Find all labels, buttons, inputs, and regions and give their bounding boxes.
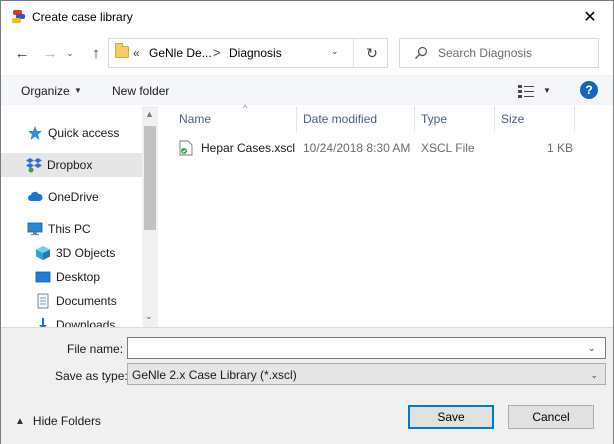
scroll-down-icon[interactable]: ⌄ — [145, 311, 153, 322]
refresh-icon: ↻ — [366, 44, 378, 61]
help-button[interactable]: ? — [580, 81, 598, 99]
breadcrumb-item-diagnosis[interactable]: Diagnosis — [229, 46, 282, 60]
column-header-size[interactable]: Size — [495, 106, 575, 132]
view-options-icon[interactable] — [518, 84, 534, 98]
close-icon: ✕ — [583, 9, 597, 26]
nav-item-label: Downloads — [56, 318, 116, 327]
caret-up-icon: ▲ — [15, 415, 25, 427]
view-caret-icon[interactable]: ▼ — [543, 86, 551, 95]
nav-item-3d-objects[interactable]: 3D Objects — [35, 241, 142, 265]
cancel-button[interactable]: Cancel — [508, 405, 594, 429]
nav-item-label: 3D Objects — [56, 246, 116, 260]
download-icon — [39, 318, 47, 327]
nav-item-onedrive[interactable]: OneDrive — [27, 185, 142, 209]
nav-item-desktop[interactable]: Desktop — [35, 265, 142, 289]
file-list: ^ Name Date modified Type Size Hepar Cas… — [159, 103, 613, 327]
column-header-type[interactable]: Type — [415, 106, 495, 132]
file-type: XSCL File — [421, 141, 475, 155]
nav-item-label: Dropbox — [47, 158, 93, 172]
save-as-type-label: Save as type: — [55, 369, 128, 383]
up-button[interactable]: ↑ — [85, 41, 107, 65]
nav-item-label: This PC — [48, 222, 91, 236]
nav-item-this-pc[interactable]: This PC — [27, 217, 142, 241]
dropbox-icon — [26, 158, 42, 173]
search-icon — [415, 46, 428, 59]
organize-caret-icon[interactable]: ▼ — [74, 86, 82, 95]
hide-folders-button[interactable]: ▲ Hide Folders — [15, 414, 101, 428]
address-bar[interactable]: « GeNle De... > Diagnosis ⌄ ↻ — [108, 38, 388, 68]
file-name: Hepar Cases.xscl — [201, 141, 296, 155]
nav-item-documents[interactable]: Documents — [35, 289, 142, 313]
organize-button[interactable]: Organize — [21, 84, 70, 98]
file-date-modified: 10/24/2018 8:30 AM — [303, 141, 411, 155]
search-input[interactable] — [438, 45, 588, 61]
save-as-type-value: GeNle 2.x Case Library (*.xscl) — [132, 368, 297, 382]
xscl-file-icon — [179, 140, 193, 156]
sort-ascending-icon: ^ — [243, 103, 248, 113]
close-button[interactable]: ✕ — [567, 1, 613, 33]
column-header-date-modified[interactable]: Date modified — [297, 106, 415, 132]
computer-icon — [27, 222, 43, 236]
title-bar: Create case library ✕ — [1, 1, 613, 33]
breadcrumb-separator-icon[interactable]: > — [213, 45, 221, 60]
recent-locations-button[interactable]: ⌄ — [63, 41, 77, 65]
chevron-down-icon: ⌄ — [66, 47, 74, 58]
cube-icon — [36, 246, 50, 260]
genie-app-icon — [12, 10, 25, 23]
file-name-input[interactable] — [127, 337, 606, 359]
nav-item-label: Desktop — [56, 270, 101, 284]
column-header-label: Date modified — [303, 112, 378, 126]
navigation-pane: Quick access Dropbox OneDrive This PC 3D… — [1, 106, 158, 327]
nav-item-label: Quick access — [48, 126, 120, 140]
file-size: 1 KB — [546, 141, 573, 155]
window-title: Create case library — [32, 10, 133, 24]
save-form: File name: ⌄ Save as type: GeNle 2.x Cas… — [1, 327, 613, 444]
save-button[interactable]: Save — [408, 405, 494, 429]
arrow-right-icon: → — [42, 44, 58, 62]
breadcrumb-overflow[interactable]: « — [133, 46, 140, 60]
nav-item-quick-access[interactable]: Quick access — [27, 121, 142, 145]
navigation-scrollbar[interactable]: ▲ ⌄ — [142, 106, 158, 327]
nav-item-dropbox[interactable]: Dropbox — [1, 153, 142, 177]
arrow-up-icon: ↑ — [92, 44, 100, 62]
desktop-icon — [35, 271, 51, 283]
column-header-label: Type — [421, 112, 448, 126]
chevron-down-icon: ⌄ — [590, 370, 598, 380]
nav-item-label: Documents — [56, 294, 117, 308]
hide-folders-label: Hide Folders — [32, 414, 101, 428]
scroll-up-icon[interactable]: ▲ — [145, 109, 154, 119]
new-folder-button[interactable]: New folder — [112, 84, 169, 98]
nav-item-label: OneDrive — [48, 190, 99, 204]
column-header-label: Size — [501, 112, 525, 126]
scrollbar-thumb[interactable] — [144, 126, 156, 230]
document-icon — [37, 293, 49, 309]
back-button[interactable]: ← — [11, 41, 33, 65]
address-divider — [353, 39, 354, 67]
nav-item-downloads[interactable]: Downloads — [35, 313, 142, 327]
search-box[interactable] — [399, 38, 599, 68]
folder-icon — [115, 43, 129, 58]
cloud-icon — [28, 191, 43, 201]
file-row[interactable]: Hepar Cases.xscl 10/24/2018 8:30 AM XSCL… — [173, 137, 573, 159]
help-icon: ? — [585, 83, 593, 97]
address-dropdown-icon[interactable]: ⌄ — [331, 46, 345, 57]
star-icon — [28, 126, 42, 140]
refresh-button[interactable]: ↻ — [359, 43, 385, 63]
column-header-label: Name — [179, 112, 212, 126]
command-bar: Organize ▼ New folder ▼ ? — [1, 75, 613, 105]
file-name-label: File name: — [67, 342, 124, 356]
forward-button[interactable]: → — [39, 41, 61, 65]
breadcrumb-item-genie[interactable]: GeNle De... — [149, 46, 212, 60]
arrow-left-icon: ← — [14, 44, 30, 62]
column-header-name[interactable]: ^ Name — [173, 103, 297, 132]
file-name-dropdown-icon[interactable]: ⌄ — [588, 343, 596, 354]
save-as-type-select[interactable]: GeNle 2.x Case Library (*.xscl) ⌄ — [127, 363, 606, 385]
save-dialog: Create case library ✕ ← → ⌄ ↑ « GeNle De… — [0, 0, 614, 444]
